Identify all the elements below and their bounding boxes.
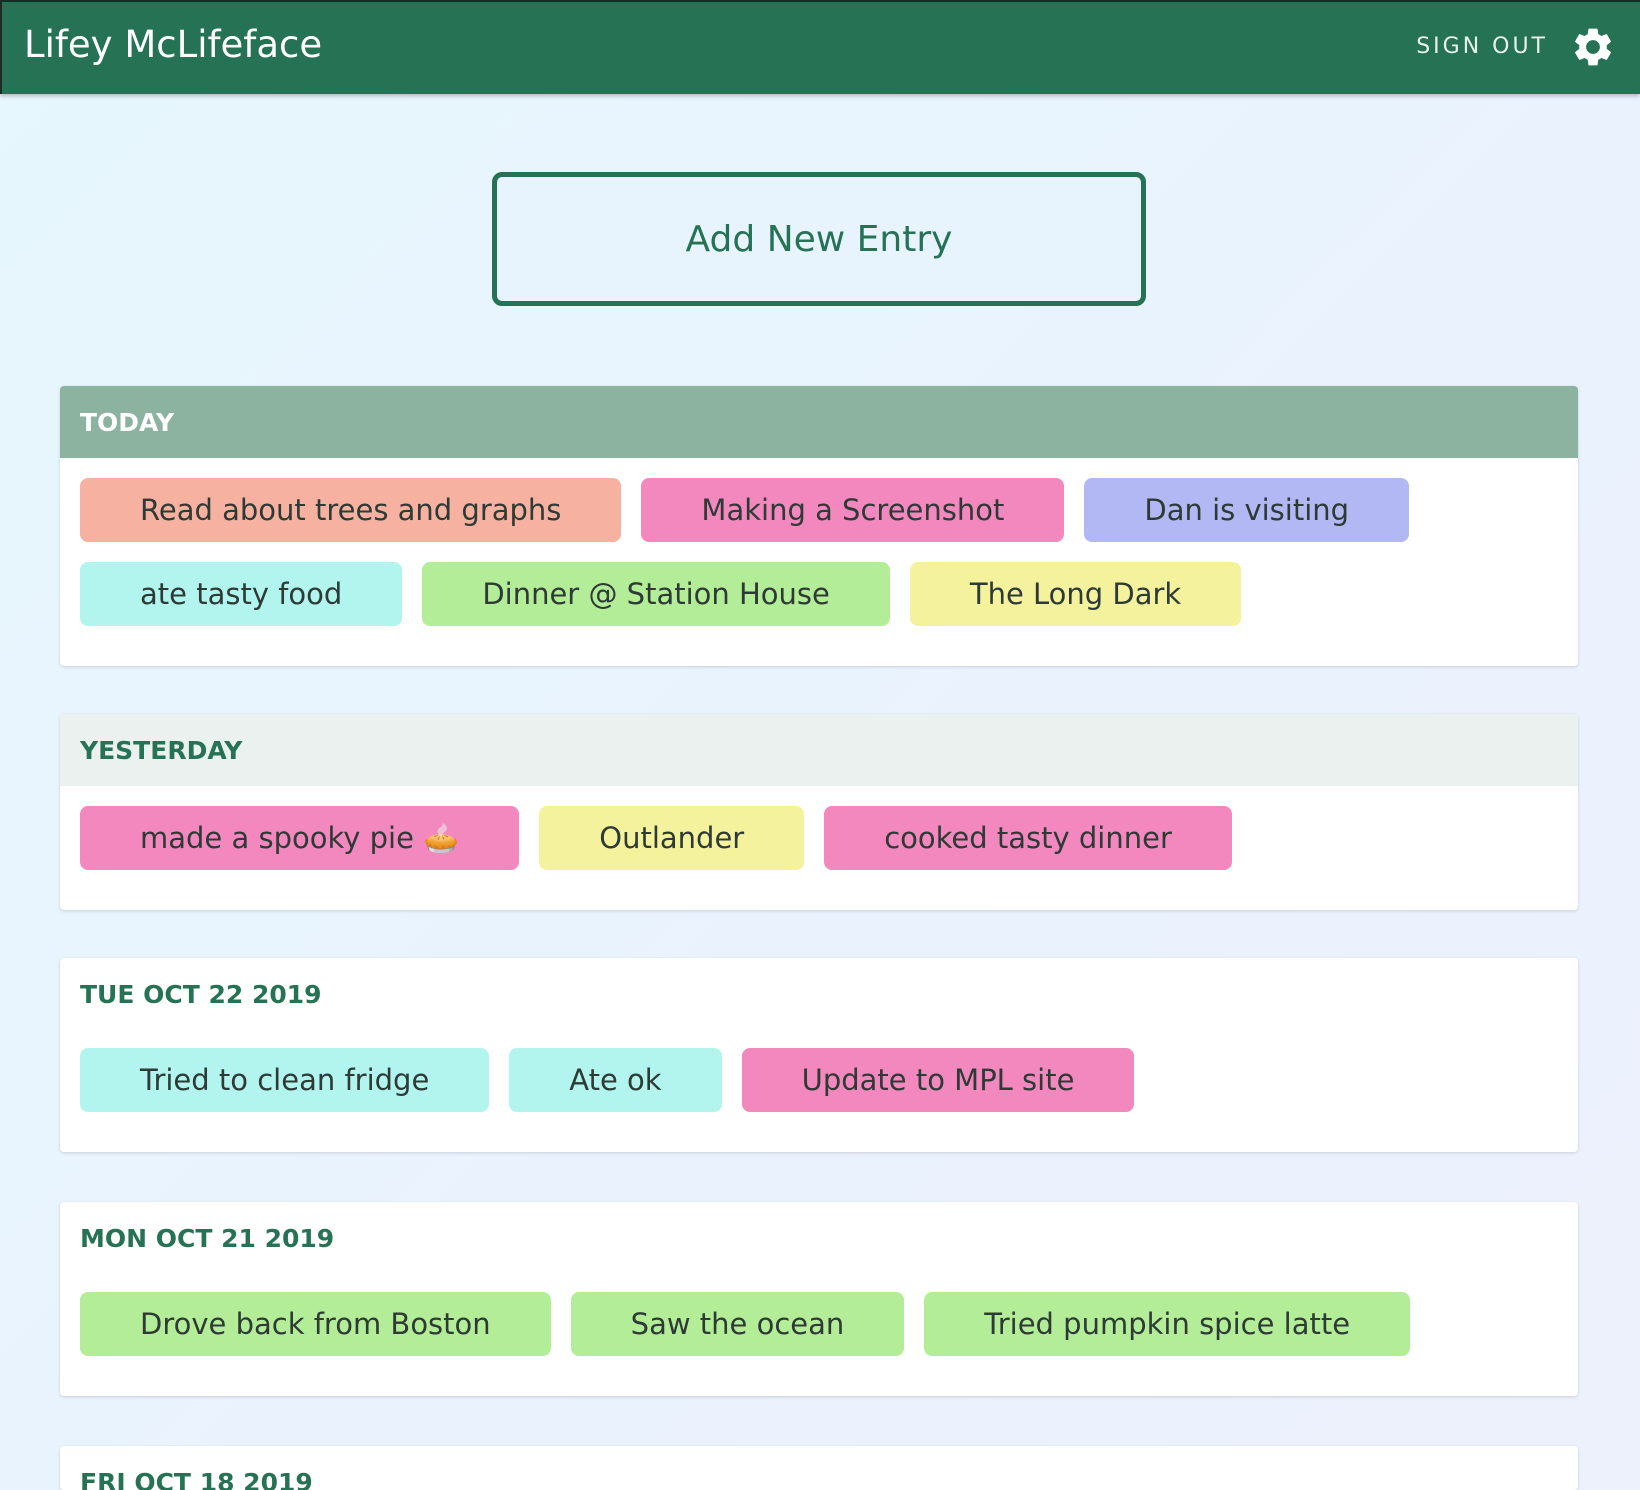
- day-card-yesterday: YESTERDAY made a spooky pie 🥧 Outlander …: [60, 714, 1578, 910]
- app-title: Lifey McLifeface: [24, 23, 323, 66]
- add-new-entry-button[interactable]: Add New Entry: [492, 172, 1146, 306]
- day-card-fri-oct-18: FRI OCT 18 2019: [60, 1446, 1578, 1490]
- entry-chip[interactable]: Dinner @ Station House: [422, 562, 890, 626]
- sign-out-button[interactable]: SIGN OUT: [1416, 32, 1548, 62]
- gear-icon[interactable]: [1570, 24, 1616, 70]
- day-card-mon-oct-21: MON OCT 21 2019 Drove back from Boston S…: [60, 1202, 1578, 1396]
- day-header: YESTERDAY: [60, 714, 1578, 786]
- entry-chip[interactable]: Outlander: [539, 806, 805, 870]
- entry-list: Drove back from Boston Saw the ocean Tri…: [60, 1272, 1578, 1396]
- entry-chip[interactable]: The Long Dark: [909, 562, 1242, 626]
- entry-chip[interactable]: cooked tasty dinner: [824, 806, 1232, 870]
- day-header: TODAY: [60, 386, 1578, 458]
- entry-chip[interactable]: ate tasty food: [80, 562, 403, 626]
- app-bar: Lifey McLifeface SIGN OUT: [0, 0, 1640, 94]
- day-card-tue-oct-22: TUE OCT 22 2019 Tried to clean fridge At…: [60, 958, 1578, 1152]
- entry-chip[interactable]: made a spooky pie 🥧: [80, 806, 520, 870]
- day-header: TUE OCT 22 2019: [60, 958, 1578, 1028]
- day-header: MON OCT 21 2019: [60, 1202, 1578, 1272]
- entry-chip[interactable]: Drove back from Boston: [80, 1292, 551, 1356]
- day-header: FRI OCT 18 2019: [60, 1446, 1578, 1490]
- entry-chip[interactable]: Update to MPL site: [741, 1048, 1135, 1112]
- entry-list: Read about trees and graphs Making a Scr…: [60, 458, 1578, 666]
- entry-chip[interactable]: Making a Screenshot: [641, 478, 1065, 542]
- entry-chip[interactable]: Tried to clean fridge: [80, 1048, 490, 1112]
- entry-chip[interactable]: Ate ok: [509, 1048, 722, 1112]
- entry-list: Tried to clean fridge Ate ok Update to M…: [60, 1028, 1578, 1152]
- entry-chip[interactable]: Dan is visiting: [1084, 478, 1410, 542]
- entry-chip[interactable]: Tried pumpkin spice latte: [924, 1292, 1411, 1356]
- entry-chip[interactable]: Read about trees and graphs: [80, 478, 622, 542]
- entry-chip[interactable]: Saw the ocean: [570, 1292, 905, 1356]
- day-card-today: TODAY Read about trees and graphs Making…: [60, 386, 1578, 666]
- entry-list: made a spooky pie 🥧 Outlander cooked tas…: [60, 786, 1578, 910]
